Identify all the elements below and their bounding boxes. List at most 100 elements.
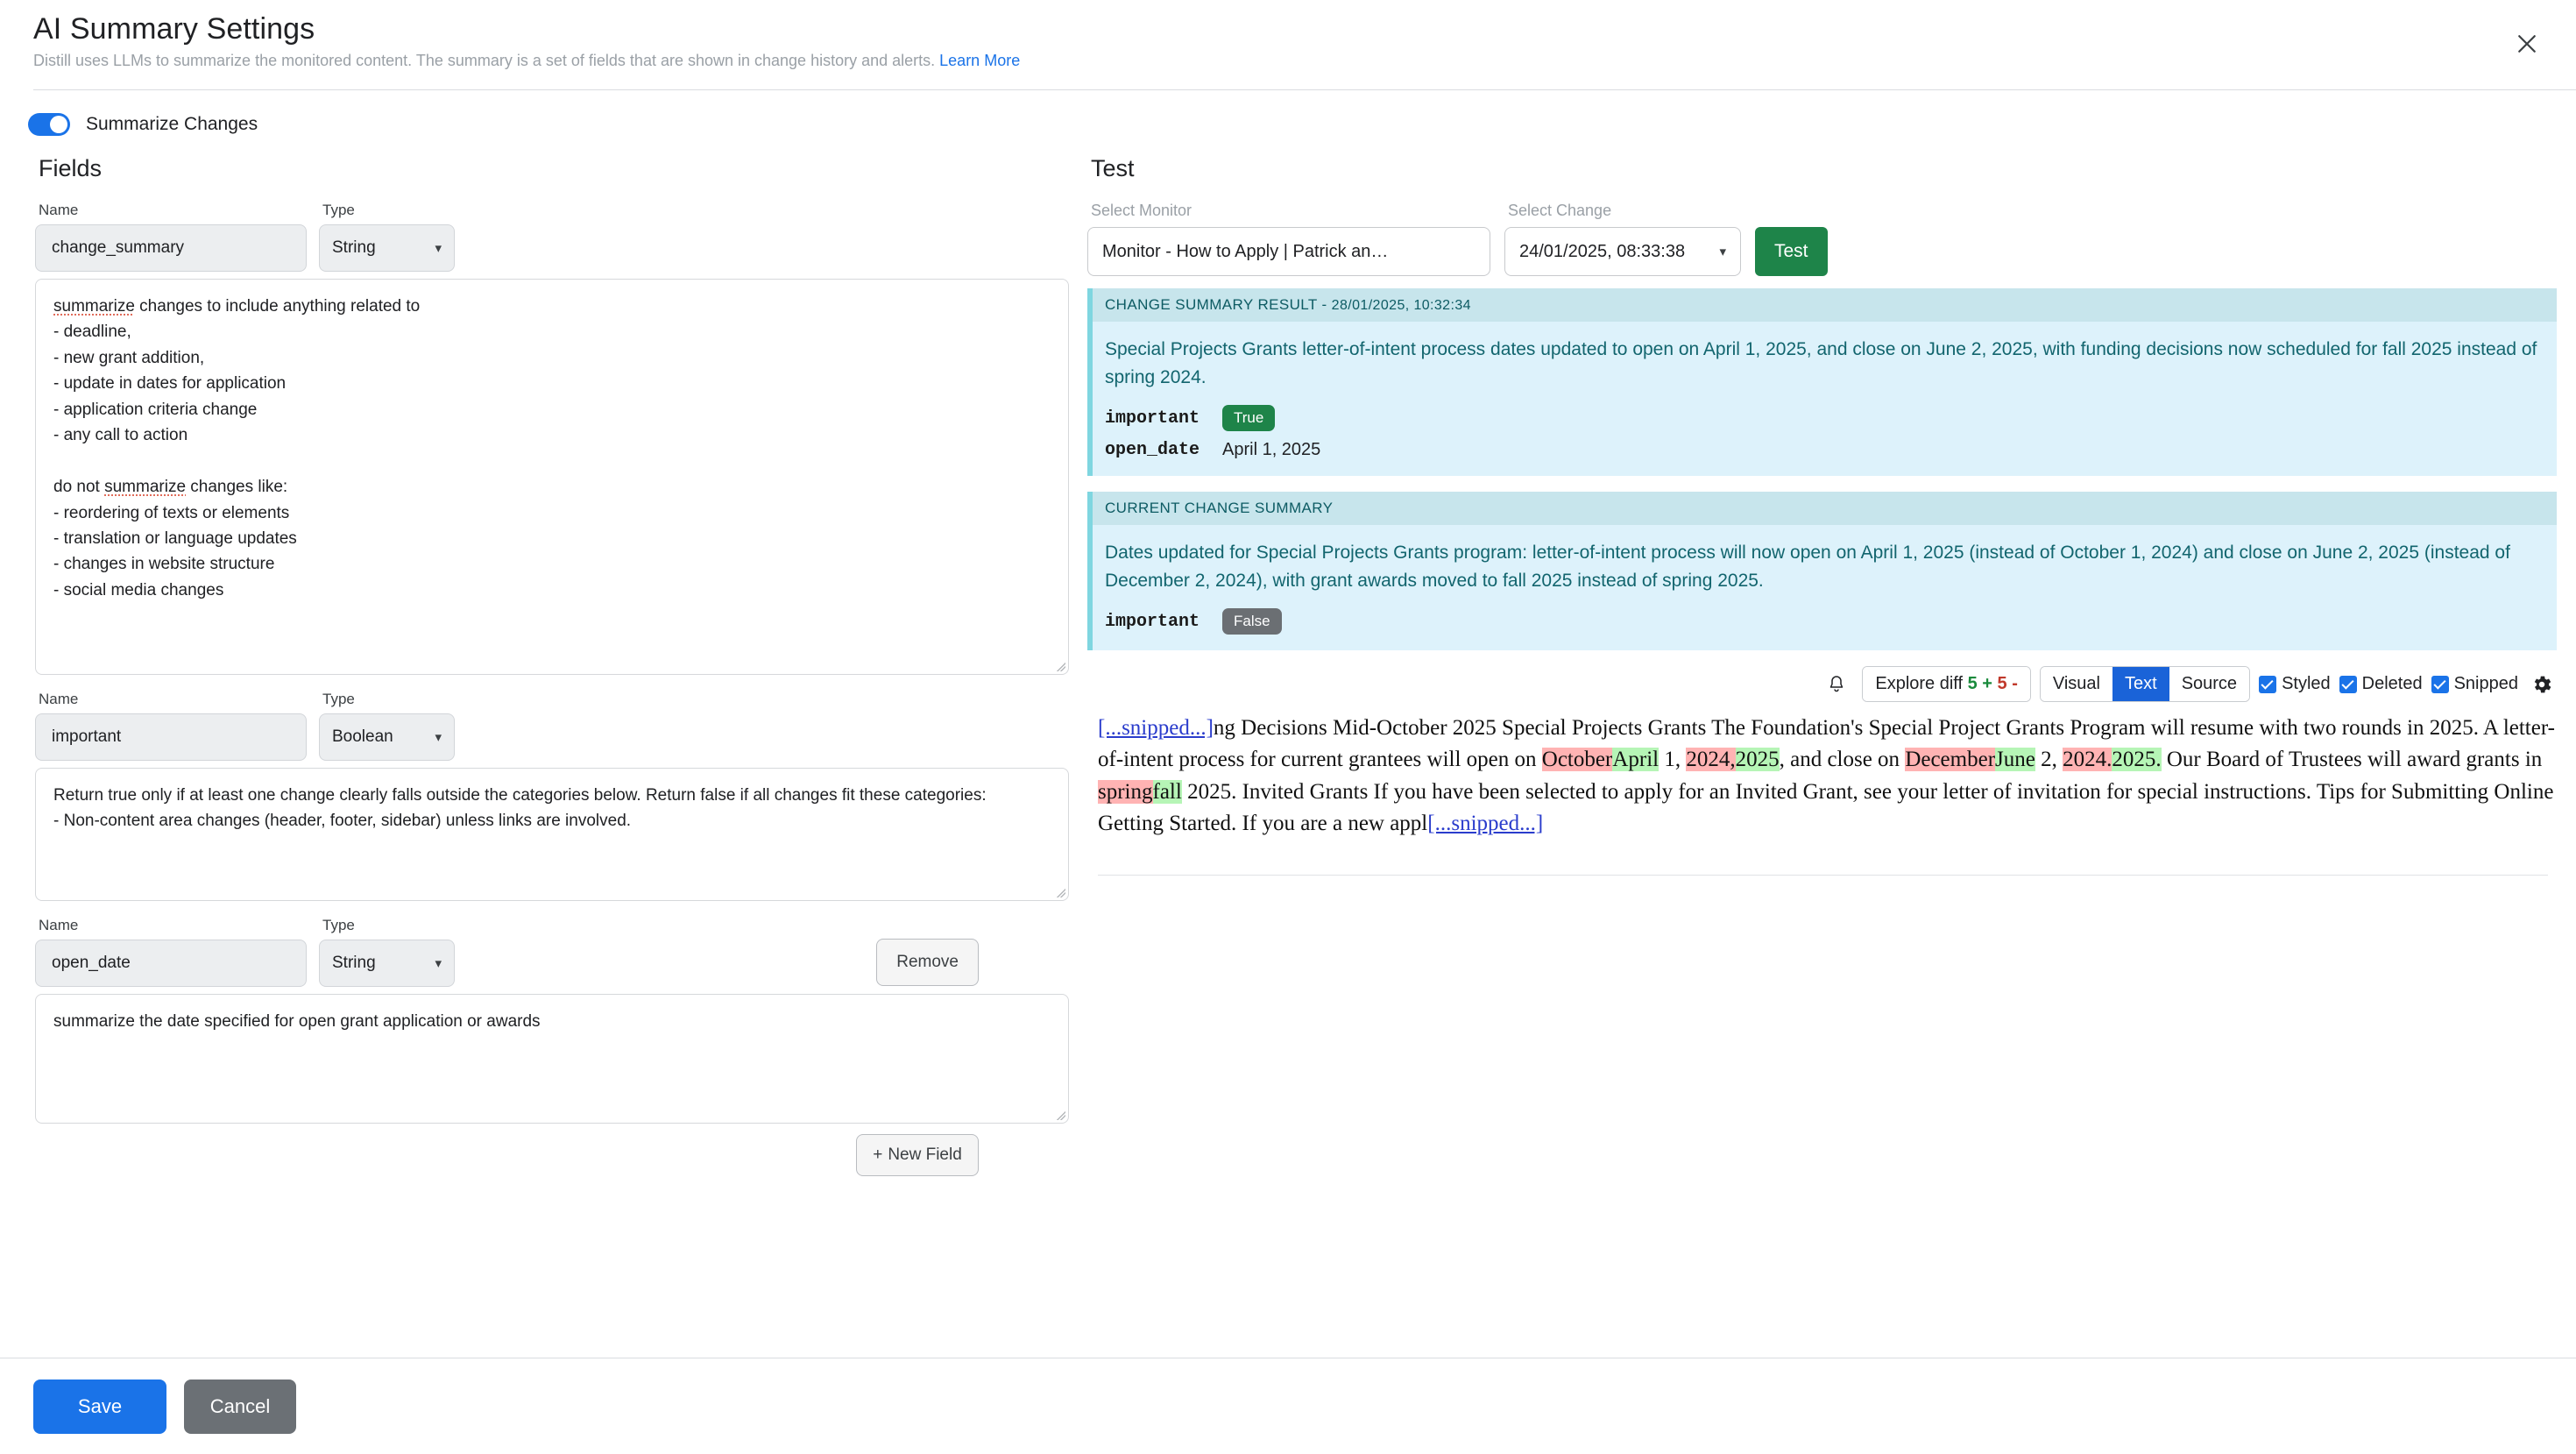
prompt-line: - update in dates for application bbox=[53, 374, 287, 394]
prompt-line-suffix: changes like: bbox=[186, 478, 288, 497]
checkbox-icon bbox=[2339, 675, 2357, 693]
name-label: Name bbox=[39, 917, 79, 933]
test-button[interactable]: Test bbox=[1755, 227, 1828, 276]
field-prompt-textarea[interactable]: summarize changes to include anything re… bbox=[35, 279, 1069, 675]
misspelled-word: summarize bbox=[53, 297, 135, 316]
select-monitor-value: Monitor - How to Apply | Patrick an… bbox=[1102, 241, 1389, 261]
diff-divider bbox=[1098, 875, 2548, 876]
result-card-timestamp: 28/01/2025, 10:32:34 bbox=[1331, 298, 1471, 313]
diff-segment: 2025. Invited Grants If you have been se… bbox=[1098, 779, 2554, 835]
tab-text[interactable]: Text bbox=[2112, 667, 2169, 701]
new-field-button[interactable]: + New Field bbox=[856, 1134, 979, 1176]
result-summary-text: Special Projects Grants letter-of-intent… bbox=[1105, 339, 2537, 387]
test-panel: Test Select Monitor Monitor - How to App… bbox=[1082, 155, 2576, 876]
field-prompt-textarea[interactable]: summarize the date specified for open gr… bbox=[35, 994, 1069, 1124]
checkbox-snipped-label: Snipped bbox=[2453, 674, 2518, 693]
diff-inserted: 2025 bbox=[1735, 748, 1780, 772]
chevron-down-icon: ▾ bbox=[435, 956, 442, 971]
page-subtitle-text: Distill uses LLMs to summarize the monit… bbox=[33, 52, 936, 69]
header-divider bbox=[33, 89, 2576, 90]
result-card-title: CURRENT CHANGE SUMMARY bbox=[1105, 500, 1334, 516]
field-type-select[interactable]: String ▾ bbox=[319, 224, 455, 272]
field-name-input[interactable] bbox=[35, 713, 307, 761]
result-card-header: CHANGE SUMMARY RESULT - 28/01/2025, 10:3… bbox=[1093, 288, 2557, 322]
explore-diff-button[interactable]: Explore diff 5 + 5 - bbox=[1863, 667, 2030, 701]
field-block-change-summary: Name Type String ▾ summarize changes to … bbox=[35, 202, 1082, 675]
field-name-group: Name bbox=[35, 202, 307, 272]
test-heading: Test bbox=[1091, 155, 1135, 181]
checkbox-styled-label: Styled bbox=[2282, 674, 2331, 693]
type-label: Type bbox=[322, 202, 355, 218]
field-name-input[interactable] bbox=[35, 940, 307, 987]
checkbox-icon bbox=[2431, 675, 2449, 693]
checkbox-styled[interactable]: Styled bbox=[2259, 674, 2331, 694]
diff-deleted: December bbox=[1905, 748, 1996, 772]
field-type-group: Type String ▾ bbox=[319, 917, 455, 987]
select-change-dropdown[interactable]: 24/01/2025, 08:33:38 ▾ bbox=[1504, 227, 1741, 276]
save-button[interactable]: Save bbox=[33, 1379, 166, 1434]
diff-segment: Our Board of Trustees will award grants … bbox=[2161, 748, 2543, 772]
checkbox-deleted-label: Deleted bbox=[2361, 674, 2423, 693]
prompt-line: - reordering of texts or elements bbox=[53, 503, 290, 522]
field-name-group: Name bbox=[35, 691, 307, 761]
summarize-changes-row: Summarize Changes bbox=[0, 90, 2576, 136]
type-label: Type bbox=[322, 691, 355, 707]
fields-panel: Fields Name Type String ▾ summarize chan… bbox=[0, 155, 1082, 1176]
close-icon[interactable] bbox=[2506, 23, 2548, 65]
result-card-body: Dates updated for Special Projects Grant… bbox=[1093, 525, 2557, 650]
result-field-key: open_date bbox=[1105, 440, 1200, 460]
diff-deleted: October bbox=[1541, 748, 1613, 772]
diff-segment: , and close on bbox=[1779, 748, 1906, 772]
new-field-row: + New Field bbox=[35, 1131, 1082, 1176]
current-change-summary-card: CURRENT CHANGE SUMMARY Dates updated for… bbox=[1087, 492, 2557, 650]
field-name-input[interactable] bbox=[35, 224, 307, 272]
result-field-row: open_date April 1, 2025 bbox=[1105, 440, 2544, 460]
field-type-value: String bbox=[332, 954, 376, 972]
result-field-value: April 1, 2025 bbox=[1222, 440, 1321, 459]
summarize-changes-label: Summarize Changes bbox=[86, 114, 258, 134]
snipped-link-start[interactable]: [...snipped...] bbox=[1098, 716, 1214, 740]
field-type-select[interactable]: String ▾ bbox=[319, 940, 455, 987]
dialog-footer: Save Cancel bbox=[0, 1358, 2576, 1454]
dialog-header: AI Summary Settings Distill uses LLMs to… bbox=[0, 0, 2576, 90]
bell-icon[interactable] bbox=[1820, 668, 1853, 701]
field-row: Name Type Boolean ▾ bbox=[35, 691, 1082, 761]
result-card-body: Special Projects Grants letter-of-intent… bbox=[1093, 322, 2557, 476]
select-change-label: Select Change bbox=[1508, 202, 1612, 219]
chevron-down-icon: ▾ bbox=[1719, 245, 1726, 259]
diff-deleted: 2024, bbox=[1686, 748, 1736, 772]
diff-inserted: June bbox=[1995, 748, 2035, 772]
tab-source[interactable]: Source bbox=[2169, 667, 2250, 701]
gear-icon[interactable] bbox=[2527, 670, 2557, 699]
page-subtitle: Distill uses LLMs to summarize the monit… bbox=[33, 52, 2576, 70]
checkbox-deleted[interactable]: Deleted bbox=[2339, 674, 2423, 694]
toggle-knob bbox=[50, 116, 67, 133]
prompt-line: - any call to action bbox=[53, 426, 188, 445]
result-card-title: CHANGE SUMMARY RESULT - bbox=[1105, 296, 1327, 313]
remove-field-button[interactable]: Remove bbox=[876, 939, 979, 986]
snipped-link-end[interactable]: [...snipped...] bbox=[1427, 812, 1543, 835]
result-card-header: CURRENT CHANGE SUMMARY bbox=[1093, 492, 2557, 525]
prompt-line-prefix: do not bbox=[53, 478, 105, 497]
field-type-select[interactable]: Boolean ▾ bbox=[319, 713, 455, 761]
select-monitor-dropdown[interactable]: Monitor - How to Apply | Patrick an… bbox=[1087, 227, 1490, 276]
select-monitor-label: Select Monitor bbox=[1091, 202, 1192, 219]
name-label: Name bbox=[39, 202, 79, 218]
diff-inserted: April bbox=[1612, 748, 1660, 772]
page-title: AI Summary Settings bbox=[33, 12, 315, 46]
summarize-changes-toggle[interactable] bbox=[28, 113, 70, 136]
field-type-group: Type Boolean ▾ bbox=[319, 691, 455, 761]
checkbox-snipped[interactable]: Snipped bbox=[2431, 674, 2518, 694]
result-field-key: important bbox=[1105, 611, 1200, 632]
fields-heading: Fields bbox=[39, 155, 103, 181]
tab-visual[interactable]: Visual bbox=[2040, 667, 2112, 701]
chevron-down-icon: ▾ bbox=[435, 730, 442, 745]
cancel-button[interactable]: Cancel bbox=[184, 1379, 296, 1434]
prompt-line: - changes in website structure bbox=[53, 555, 275, 574]
learn-more-link[interactable]: Learn More bbox=[939, 52, 1020, 69]
result-field-row: important False bbox=[1105, 608, 2544, 635]
test-controls: Select Monitor Monitor - How to Apply | … bbox=[1087, 202, 2557, 276]
field-prompt-textarea[interactable]: Return true only if at least one change … bbox=[35, 768, 1069, 901]
result-summary-text: Dates updated for Special Projects Grant… bbox=[1105, 543, 2510, 591]
type-label: Type bbox=[322, 917, 355, 933]
